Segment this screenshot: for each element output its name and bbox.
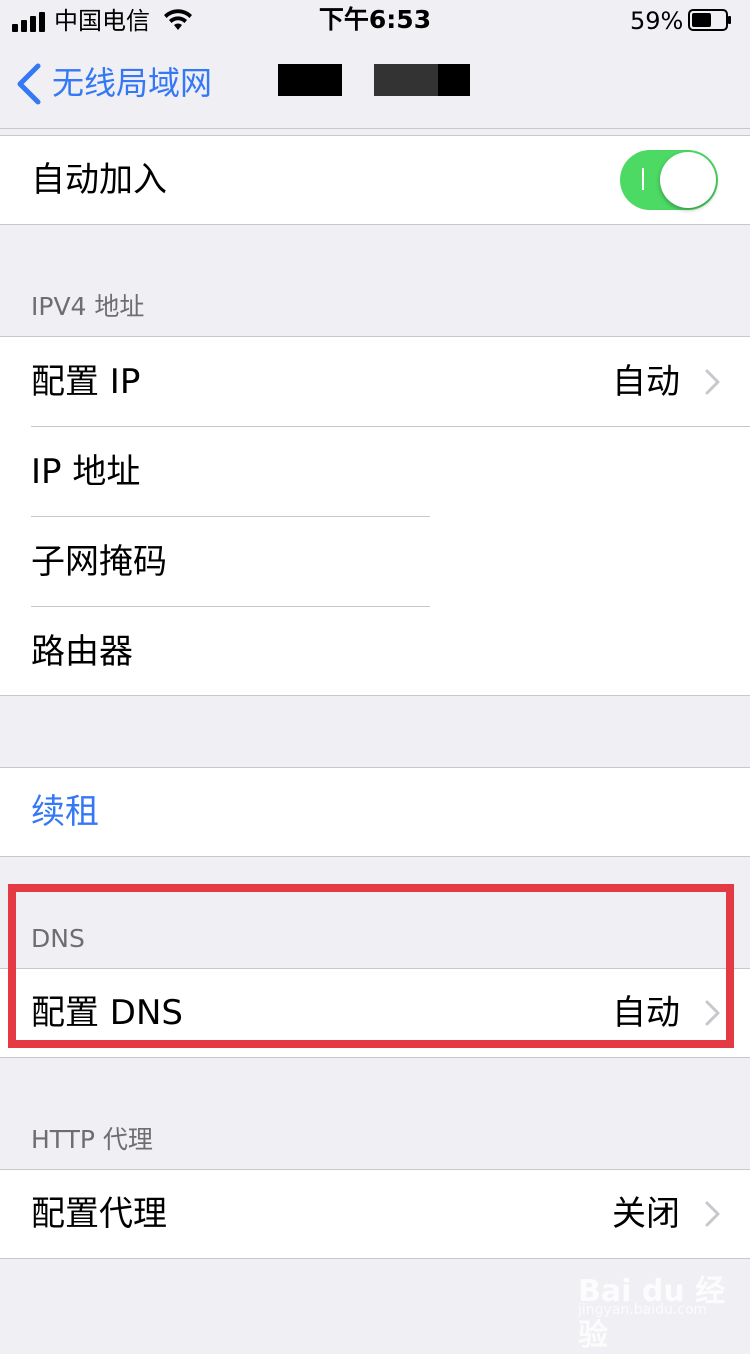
highlight-annotation-box — [8, 884, 734, 1048]
status-bar: 中国电信 下午6:53 59% — [0, 0, 750, 40]
http-proxy-section-header: HTTP 代理 — [31, 1125, 153, 1154]
configure-ip-value: 自动 — [612, 362, 680, 402]
configure-ip-label: 配置 IP — [31, 362, 141, 402]
chevron-right-icon — [705, 369, 720, 395]
ip-address-label: IP 地址 — [31, 452, 141, 492]
subnet-mask-label: 子网掩码 — [31, 542, 167, 582]
redacted-title-block — [278, 64, 342, 96]
renew-lease-group: 续租 — [0, 767, 750, 857]
configure-proxy-value: 关闭 — [612, 1194, 680, 1234]
subnet-mask-row: 子网掩码 — [0, 517, 750, 607]
back-chevron-icon[interactable] — [14, 62, 44, 106]
redacted-title-block — [374, 64, 438, 96]
configure-ip-row[interactable]: 配置 IP 自动 — [0, 337, 750, 427]
renew-lease-button[interactable]: 续租 — [31, 768, 99, 856]
chevron-right-icon — [705, 1201, 720, 1227]
baidu-watermark-url: jingyan.baidu.com — [578, 1302, 708, 1318]
auto-join-group: 自动加入 — [0, 135, 750, 225]
ipv4-section-header: IPV4 地址 — [31, 292, 145, 321]
toggle-knob — [660, 152, 716, 208]
auto-join-toggle[interactable] — [620, 150, 718, 210]
battery-icon — [688, 9, 731, 31]
configure-proxy-label: 配置代理 — [31, 1194, 167, 1234]
battery-percent: 59% — [630, 7, 684, 35]
ipv4-group: 配置 IP 自动 IP 地址 子网掩码 路由器 — [0, 336, 750, 696]
toggle-on-indicator — [642, 168, 644, 190]
configure-proxy-row[interactable]: 配置代理 关闭 — [0, 1170, 750, 1258]
router-label: 路由器 — [31, 632, 133, 672]
auto-join-label: 自动加入 — [31, 160, 167, 200]
ip-address-row: IP 地址 — [0, 427, 750, 517]
back-button[interactable]: 无线局域网 — [52, 63, 212, 103]
redacted-title-block — [438, 64, 470, 96]
auto-join-row: 自动加入 — [0, 136, 750, 224]
router-row: 路由器 — [0, 607, 750, 697]
navigation-bar: 无线局域网 — [0, 40, 750, 129]
http-proxy-group: 配置代理 关闭 — [0, 1169, 750, 1259]
renew-lease-row[interactable]: 续租 — [0, 768, 750, 856]
